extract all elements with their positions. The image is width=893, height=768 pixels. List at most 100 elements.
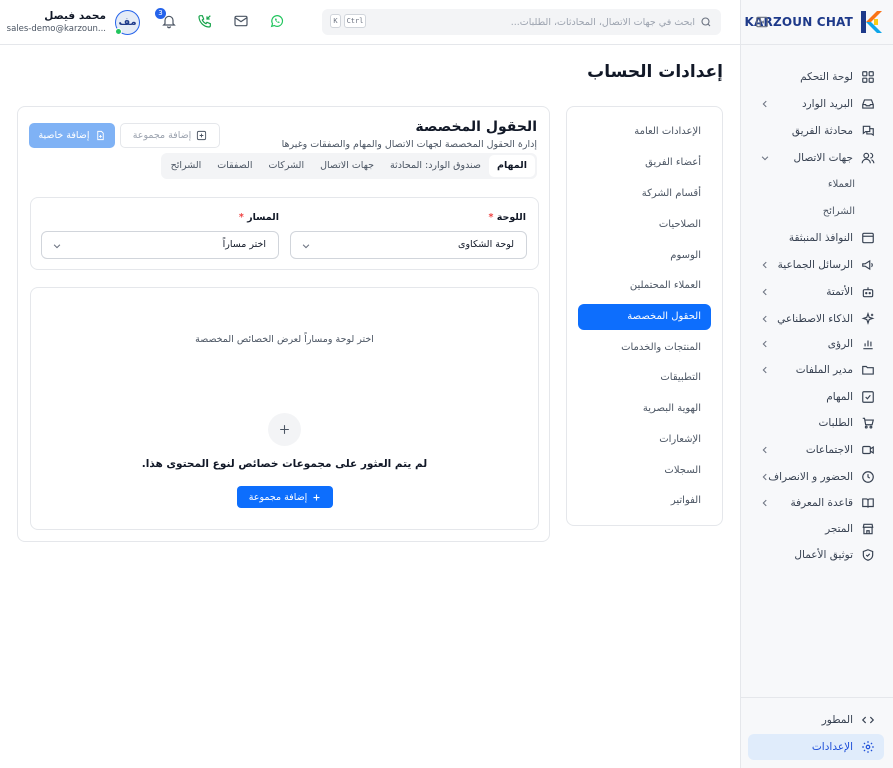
settings-menu-item[interactable]: أعضاء الفريق [578,150,711,176]
chevron-left-icon [762,366,767,374]
sidebar-item-business-verification[interactable]: توثيق الأعمال [740,542,893,568]
top-header: Ctrl K 3 مف محمد فيصل sales-demo@karzoun… [0,0,740,45]
tab-contacts[interactable]: جهات الاتصال [312,155,382,177]
settings-menu-item[interactable]: الهوية البصرية [578,396,711,422]
mail-icon[interactable] [233,13,249,29]
sidebar-item-team-chat[interactable]: محادثة الفريق [740,118,893,144]
empty-add-button[interactable] [268,413,301,446]
empty-title: لم يتم العثور على مجموعات خصائص لنوع الم… [141,458,428,470]
sidebar-item-label: المطور [821,714,853,726]
plus-icon [313,494,320,500]
chevron-down-icon [302,244,310,249]
sidebar-item-dashboard[interactable]: لوحة التحكم [740,64,893,90]
settings-menu-item[interactable]: الصلاحيات [578,212,711,238]
board-select[interactable]: لوحة الشكاوى [290,231,527,259]
sidebar-item-label: الحضور و الانصراف [768,471,853,483]
sidebar-item-knowledge-base[interactable]: قاعدة المعرفة [740,490,893,516]
sidebar-item-label: الرسائل الجماعية [777,259,853,271]
pipeline-select[interactable]: اختر مساراً [41,231,279,259]
chevron-left-icon [762,340,767,348]
book-open-icon [862,498,874,508]
chevron-left-icon [762,100,767,108]
pipeline-select-value: اختر مساراً [222,239,266,250]
chevron-left-icon [762,473,767,481]
tab-inbox-conversation[interactable]: صندوق الوارد: المحادثة [382,155,489,177]
chevron-down-icon [761,156,769,161]
chevron-left-icon [762,446,767,454]
search-input[interactable] [455,14,695,30]
sidebar-item-label: النوافذ المنبثقة [788,232,853,244]
users-icon [861,152,875,164]
cart-icon [862,417,874,429]
folder-icon [862,365,874,375]
sidebar-item-attendance[interactable]: الحضور و الانصراف [740,464,893,490]
board-label: اللوحة * [488,212,526,223]
tab-deals[interactable]: الصفقات [209,155,260,177]
tab-segments[interactable]: الشرائح [163,155,210,177]
user-name: محمد فيصل [44,10,106,22]
sidebar-item-developer[interactable]: المطور [740,707,893,733]
sidebar: KARZOUN CHAT لوحة التحكم البريد الوارد م… [740,0,893,768]
plus-icon [280,425,289,434]
sidebar-item-orders[interactable]: الطلبات [740,410,893,436]
sidebar-item-automation[interactable]: الأتمتة [740,279,893,305]
settings-menu-item[interactable]: الإعدادات العامة [578,119,711,145]
settings-menu-item[interactable]: الإشعارات [578,427,711,453]
pipeline-label: المسار * [238,212,279,223]
code-icon [861,716,875,724]
sidebar-item-insights[interactable]: الرؤى [740,331,893,357]
settings-menu-item[interactable]: الوسوم [578,243,711,269]
sidebar-item-store[interactable]: المتجر [740,516,893,542]
kbd-ctrl: Ctrl [344,14,366,28]
file-plus-icon [96,130,104,141]
whatsapp-icon[interactable] [269,13,285,29]
section-description: إدارة الحقول المخصصة لجهات الاتصال والمه… [281,139,537,150]
chevron-left-icon [762,315,767,323]
add-property-button[interactable]: إضافة خاصية [29,123,115,148]
window-icon [862,232,874,244]
sparkles-icon [861,312,875,325]
settings-menu-item[interactable]: المنتجات والخدمات [578,335,711,361]
robot-icon [862,287,874,298]
sidebar-item-tasks[interactable]: المهام [740,384,893,410]
tab-tasks[interactable]: المهام [489,155,535,177]
page-title: إعدادات الحساب [587,62,723,82]
sidebar-subitem-segments[interactable]: الشرائح [823,206,855,217]
sidebar-item-label: قاعدة المعرفة [790,497,853,509]
grid-icon [862,71,874,83]
sidebar-item-label: مدير الملفات [795,364,853,376]
section-title: الحقول المخصصة [415,119,537,135]
chevron-left-icon [762,499,767,507]
add-group-button[interactable]: إضافة مجموعة [120,123,220,148]
global-search[interactable]: Ctrl K [322,9,721,35]
settings-menu-item[interactable]: الفواتير [578,488,711,514]
sidebar-item-contacts[interactable]: جهات الاتصال [740,145,893,171]
settings-menu-item[interactable]: السجلات [578,458,711,484]
chevron-left-icon [762,288,767,296]
sidebar-item-popups[interactable]: النوافذ المنبثقة [740,225,893,251]
sidebar-item-ai[interactable]: الذكاء الاصطناعي [740,306,893,332]
sidebar-item-label: جهات الاتصال [793,152,853,164]
sidebar-item-broadcast[interactable]: الرسائل الجماعية [740,252,893,278]
settings-menu-item[interactable]: أقسام الشركة [578,181,711,207]
sidebar-divider [741,697,893,698]
empty-hint: اختر لوحة ومساراً لعرض الخصائص المخصصة [195,334,374,345]
tab-companies[interactable]: الشركات [260,155,312,177]
sidebar-item-file-manager[interactable]: مدير الملفات [740,357,893,383]
settings-menu-item[interactable]: العملاء المحتملين [578,273,711,299]
phone-incoming-icon[interactable] [197,13,213,29]
sidebar-item-settings[interactable]: الإعدادات [748,734,884,760]
settings-menu-item-active[interactable]: الحقول المخصصة [578,304,711,330]
sidebar-item-meetings[interactable]: الاجتماعات [740,437,893,463]
sidebar-collapse-icon[interactable] [755,15,769,29]
sidebar-divider [741,44,893,45]
add-group-primary-button[interactable]: إضافة مجموعة [237,486,333,508]
sidebar-item-label: الأتمتة [826,286,853,298]
settings-menu-item[interactable]: التطبيقات [578,365,711,391]
inbox-icon [862,99,874,109]
button-label: إضافة مجموعة [132,130,192,141]
online-status-dot [115,28,122,35]
sidebar-item-label: الإعدادات [811,741,853,753]
sidebar-subitem-customers[interactable]: العملاء [828,179,855,190]
sidebar-item-inbox[interactable]: البريد الوارد [740,91,893,117]
